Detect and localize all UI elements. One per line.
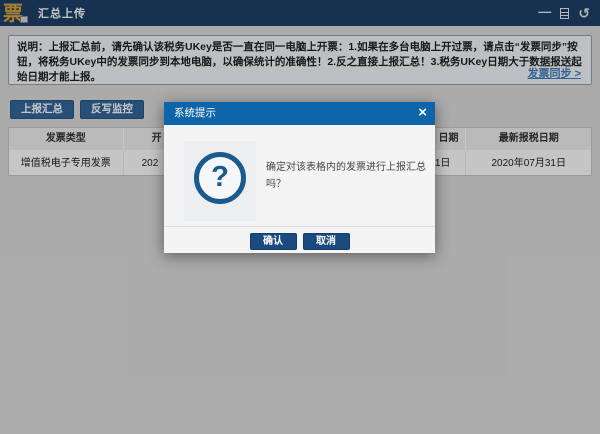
dialog-message: 确定对该表格内的发票进行上报汇总吗？ — [266, 162, 426, 190]
question-icon-panel: ? — [184, 141, 256, 221]
dialog-footer: 确认 取消 — [164, 226, 435, 253]
question-glyph: ? — [211, 160, 229, 193]
close-icon[interactable]: × — [418, 102, 427, 124]
confirm-button[interactable]: 确认 — [249, 233, 297, 250]
cancel-button[interactable]: 取消 — [302, 233, 350, 250]
question-icon: ? — [194, 152, 246, 204]
app-window: 票 汇总上传 — ↺ 说明：上报汇总前，请先确认该税务UKey是否一直在同一电脑… — [0, 0, 600, 434]
dialog-body: ? 确定对该表格内的发票进行上报汇总吗？ — [164, 125, 435, 226]
system-prompt-dialog: 系统提示 × ? 确定对该表格内的发票进行上报汇总吗？ 确认 取消 — [164, 102, 435, 253]
dialog-title: 系统提示 — [174, 107, 216, 119]
dialog-title-bar: 系统提示 × — [164, 102, 435, 125]
